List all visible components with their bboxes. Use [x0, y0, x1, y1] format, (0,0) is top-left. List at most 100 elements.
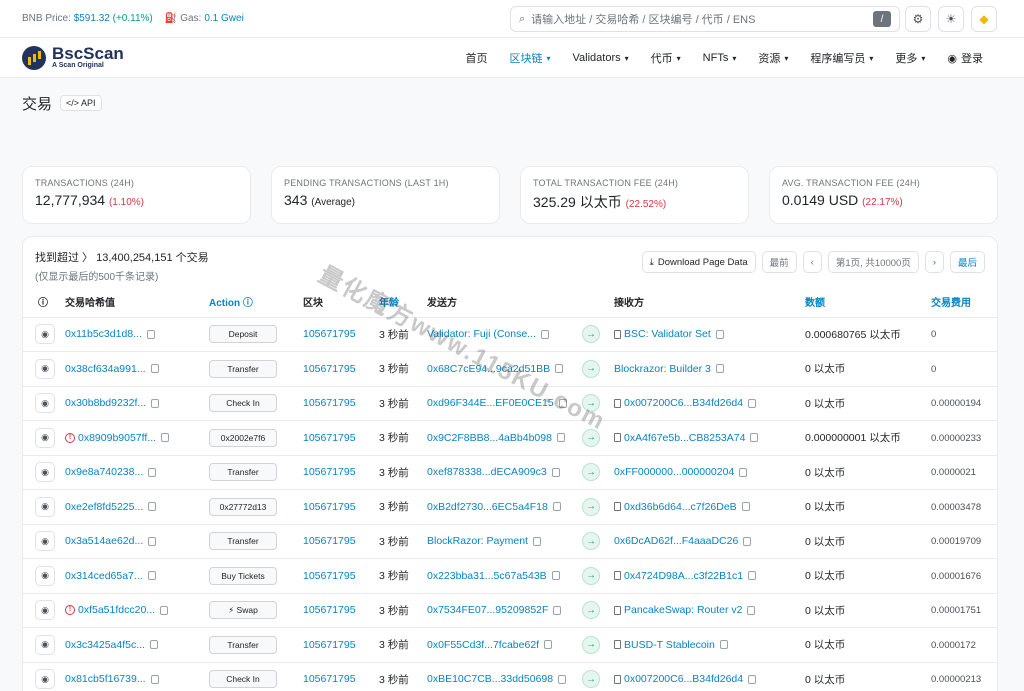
copy-icon[interactable]	[750, 433, 759, 443]
copy-icon[interactable]	[715, 329, 724, 339]
tx-hash-link[interactable]: 0x3c3425a4f5c...	[65, 639, 145, 651]
eye-icon[interactable]: ◉	[35, 565, 55, 586]
theme-toggle-icon[interactable]: ☀	[938, 6, 964, 32]
eye-icon[interactable]: ◉	[35, 531, 55, 552]
nav-item-developers[interactable]: 程序编写员 ▾	[799, 50, 884, 66]
action-badge[interactable]: Transfer	[209, 463, 277, 482]
info-icon[interactable]: ⓘ	[23, 287, 65, 318]
col-action[interactable]: Action ⓘ	[209, 287, 303, 318]
copy-icon[interactable]	[748, 674, 757, 684]
block-link[interactable]: 105671795	[303, 432, 356, 444]
block-link[interactable]: 105671795	[303, 328, 356, 340]
search-input[interactable]: 请输入地址 / 交易哈希 / 区块编号 / 代币 / ENS	[531, 11, 873, 27]
tx-hash-link[interactable]: 0x314ced65a7...	[65, 570, 143, 582]
copy-icon[interactable]	[161, 433, 170, 443]
copy-icon[interactable]	[150, 674, 159, 684]
sign-in-link[interactable]: ◉ 登录	[936, 50, 994, 66]
copy-icon[interactable]	[748, 571, 757, 581]
nav-item-tokens[interactable]: 代币 ▾	[640, 50, 692, 66]
to-address-link[interactable]: 0xd36b6d64...c7f26DeB	[624, 501, 737, 513]
copy-icon[interactable]	[551, 571, 560, 581]
search-box[interactable]: ⌕ 请输入地址 / 交易哈希 / 区块编号 / 代币 / ENS /	[510, 6, 900, 32]
eye-icon[interactable]: ◉	[35, 393, 55, 414]
from-address-link[interactable]: 0x223bba31...5c67a543B	[427, 570, 547, 582]
col-age[interactable]: 年龄	[379, 287, 427, 318]
from-address-link[interactable]: 0x9C2F8BB8...4aBb4b098	[427, 432, 552, 444]
eye-icon[interactable]: ◉	[35, 358, 55, 379]
from-address-link[interactable]: 0xd96F344E...EF0E0CE15	[427, 397, 554, 409]
action-badge[interactable]: 0x2002e7f6	[209, 428, 277, 447]
copy-icon[interactable]	[532, 536, 541, 546]
col-fee[interactable]: 交易费用	[931, 287, 997, 318]
eye-icon[interactable]: ◉	[35, 324, 55, 345]
nav-item-resources[interactable]: 资源 ▾	[747, 50, 799, 66]
nav-item-validators[interactable]: Validators ▾	[562, 52, 640, 64]
copy-icon[interactable]	[148, 502, 157, 512]
eye-icon[interactable]: ◉	[35, 669, 55, 690]
block-link[interactable]: 105671795	[303, 570, 356, 582]
tx-hash-link[interactable]: 0xe2ef8fd5225...	[65, 501, 143, 513]
tx-hash-link[interactable]: 0x30b8bd9232f...	[65, 397, 146, 409]
nav-item-blockchain[interactable]: 区块链 ▾	[499, 50, 562, 66]
to-address-link[interactable]: BSC: Validator Set	[624, 328, 711, 340]
from-address-link[interactable]: 0x7534FE07...95209852F	[427, 604, 548, 616]
action-badge[interactable]: Buy Tickets	[209, 566, 277, 585]
last-page-button[interactable]: 最后	[949, 251, 985, 273]
from-address-link[interactable]: BlockRazor: Payment	[427, 535, 528, 547]
tx-hash-link[interactable]: 0x9e8a740238...	[65, 466, 143, 478]
from-address-link[interactable]: 0x0F55Cd3f...7fcabe62f	[427, 639, 539, 651]
first-page-button[interactable]: 最前	[761, 251, 797, 273]
copy-icon[interactable]	[558, 674, 567, 684]
copy-icon[interactable]	[741, 502, 750, 512]
block-link[interactable]: 105671795	[303, 501, 356, 513]
block-link[interactable]: 105671795	[303, 639, 356, 651]
to-address-link[interactable]: 0x007200C6...B34fd26d4	[624, 397, 743, 409]
tx-hash-link[interactable]: 0x11b5c3d1d8...	[65, 328, 142, 340]
action-badge[interactable]: Transfer	[209, 359, 277, 378]
action-badge[interactable]: 0x27772d13	[209, 497, 277, 516]
gas-value[interactable]: 0.1 Gwei	[204, 13, 243, 24]
eye-icon[interactable]: ◉	[35, 634, 55, 655]
block-link[interactable]: 105671795	[303, 604, 356, 616]
settings-gear-icon[interactable]: ⚙	[905, 6, 931, 32]
copy-icon[interactable]	[556, 433, 565, 443]
action-badge[interactable]: Check In	[209, 670, 277, 689]
copy-icon[interactable]	[743, 536, 752, 546]
eye-icon[interactable]: ◉	[35, 496, 55, 517]
bnb-price-value[interactable]: $591.32	[74, 13, 110, 24]
action-badge[interactable]: ⚡ Swap	[209, 601, 277, 620]
copy-icon[interactable]	[540, 329, 549, 339]
copy-icon[interactable]	[739, 467, 748, 477]
copy-icon[interactable]	[715, 364, 724, 374]
copy-icon[interactable]	[719, 640, 728, 650]
to-address-link[interactable]: 0xA4f67e5b...CB8253A74	[624, 432, 745, 444]
nav-item-nfts[interactable]: NFTs ▾	[692, 52, 748, 64]
to-address-link[interactable]: 0x4724D98A...c3f22B1c1	[624, 570, 743, 582]
copy-icon[interactable]	[747, 605, 756, 615]
bscscan-logo[interactable]: BscScan A Scan Original	[22, 45, 124, 70]
to-address-link[interactable]: Blockrazor: Builder 3	[614, 363, 711, 375]
tx-hash-link[interactable]: 0x3a514ae62d...	[65, 535, 143, 547]
from-address-link[interactable]: 0xB2df2730...6EC5a4F18	[427, 501, 548, 513]
copy-icon[interactable]	[146, 329, 155, 339]
copy-icon[interactable]	[553, 605, 562, 615]
from-address-link[interactable]: Validator: Fuji (Conse...	[427, 328, 536, 340]
copy-icon[interactable]	[551, 467, 560, 477]
copy-icon[interactable]	[147, 571, 156, 581]
copy-icon[interactable]	[151, 398, 160, 408]
copy-icon[interactable]	[148, 536, 157, 546]
copy-icon[interactable]	[148, 467, 157, 477]
copy-icon[interactable]	[150, 364, 159, 374]
block-link[interactable]: 105671795	[303, 363, 356, 375]
to-address-link[interactable]: 0x6DcAD62f...F4aaaDC26	[614, 535, 738, 547]
copy-icon[interactable]	[149, 640, 158, 650]
from-address-link[interactable]: 0x68C7cE94...9ca2d51BB	[427, 363, 550, 375]
prev-page-button[interactable]: ‹	[802, 251, 822, 273]
nav-item-home[interactable]: 首页	[455, 50, 499, 66]
tx-hash-link[interactable]: 0x8909b9057ff...	[78, 432, 156, 444]
from-address-link[interactable]: 0xBE10C7CB...33dd50698	[427, 673, 553, 685]
copy-icon[interactable]	[160, 605, 169, 615]
bnb-chain-icon[interactable]: ◆	[971, 6, 997, 32]
eye-icon[interactable]: ◉	[35, 600, 55, 621]
tx-hash-link[interactable]: 0x38cf634a991...	[65, 363, 146, 375]
